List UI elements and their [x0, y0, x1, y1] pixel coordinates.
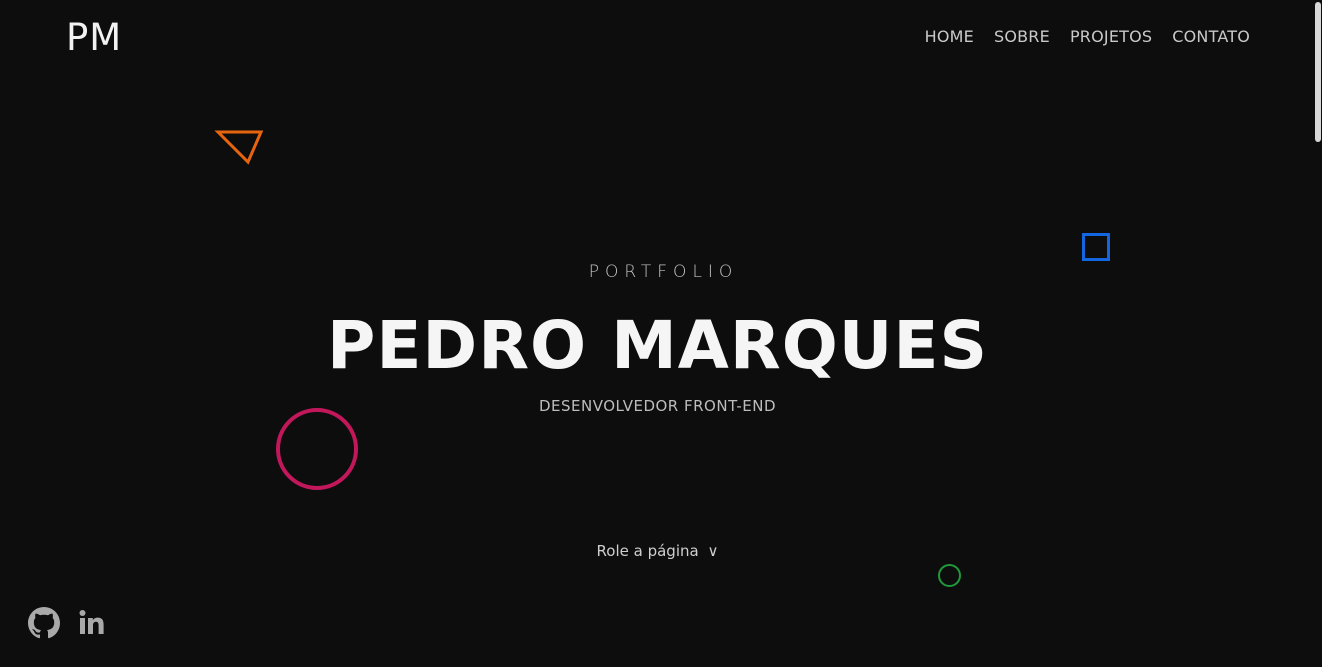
github-icon[interactable]: [28, 607, 60, 639]
social-links: [28, 607, 108, 639]
chevron-down-icon: ∨: [707, 542, 719, 560]
page-scrollbar[interactable]: [1314, 0, 1322, 667]
nav-sobre-link[interactable]: SOBRE: [994, 27, 1050, 47]
linkedin-icon[interactable]: [76, 607, 108, 639]
scroll-hint-label: Role a página: [596, 542, 699, 560]
hero-name: PEDRO MARQUES: [326, 307, 989, 384]
main-nav: HOME SOBRE PROJETOS CONTATO: [925, 27, 1250, 47]
triangle-shape: [214, 130, 264, 165]
large-circle-shape: [276, 408, 358, 490]
hero-role: DESENVOLVEDOR FRONT-END: [538, 397, 777, 415]
small-circle-shape: [938, 564, 961, 587]
page: PM HOME SOBRE PROJETOS CONTATO PORTFOLIO…: [0, 0, 1322, 667]
nav-contato-link[interactable]: CONTATO: [1172, 27, 1250, 47]
scroll-hint[interactable]: Role a página ∨: [0, 542, 1315, 560]
portfolio-eyebrow: PORTFOLIO: [588, 262, 739, 282]
site-logo[interactable]: PM: [66, 18, 122, 58]
square-shape: [1082, 233, 1110, 261]
nav-home-link[interactable]: HOME: [925, 27, 974, 47]
scrollbar-thumb[interactable]: [1315, 2, 1321, 142]
nav-projetos-link[interactable]: PROJETOS: [1070, 27, 1152, 47]
